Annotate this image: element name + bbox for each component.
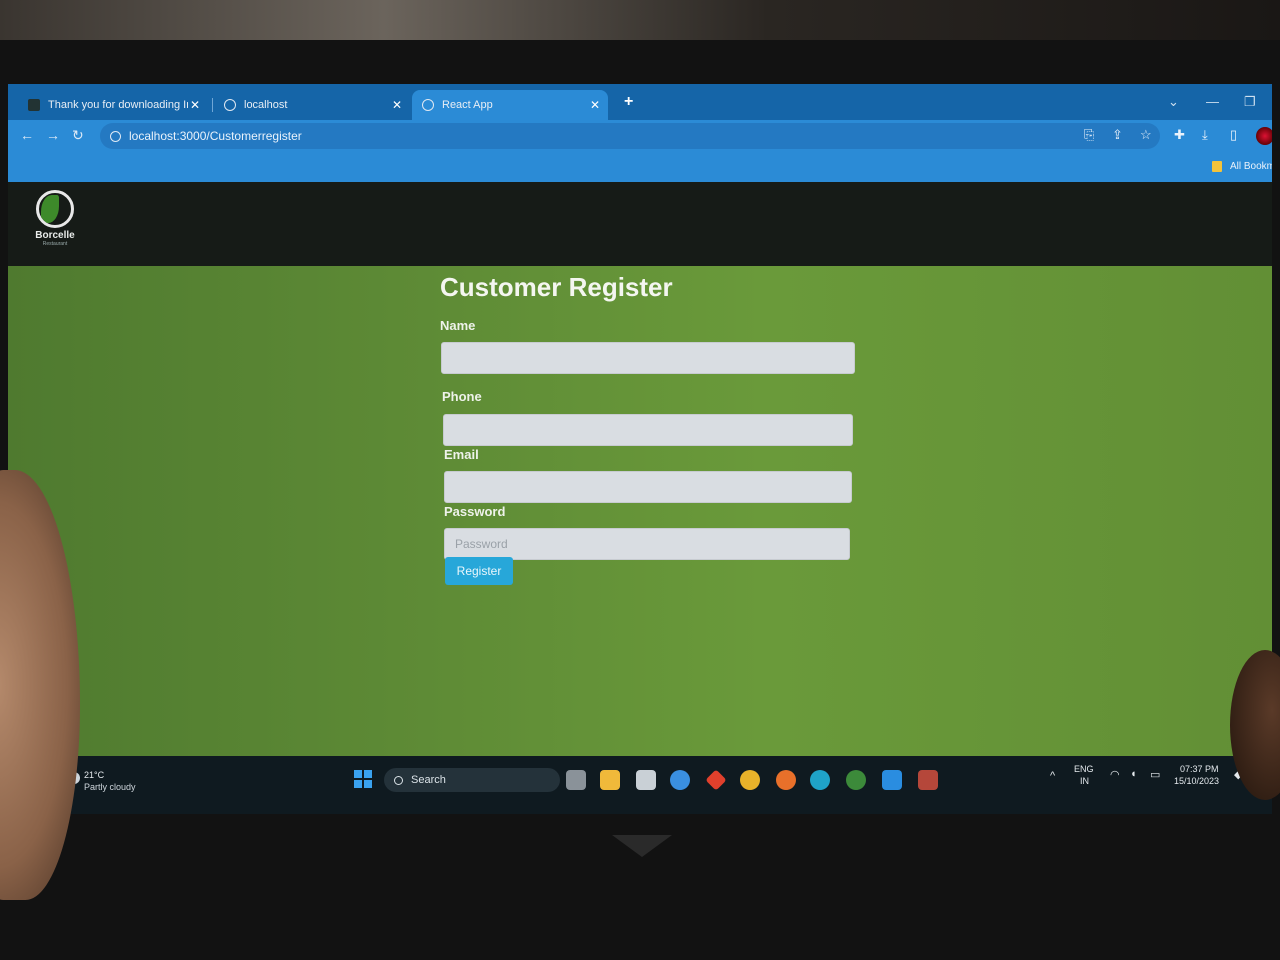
search-icon bbox=[394, 775, 403, 785]
monitor-logo bbox=[612, 835, 672, 857]
extensions-icon[interactable]: ✚ bbox=[1174, 127, 1185, 143]
site-info-icon[interactable] bbox=[110, 130, 121, 142]
page-body: Customer Register Name Phone Email Passw… bbox=[8, 266, 1272, 756]
firefox-icon[interactable] bbox=[776, 770, 796, 790]
vscode-icon[interactable] bbox=[882, 770, 902, 790]
download-icon[interactable]: ⤓ bbox=[1202, 127, 1208, 143]
brand-logo[interactable]: Borcelle Restaurant bbox=[30, 190, 80, 247]
clock-time[interactable]: 07:37 PM bbox=[1180, 764, 1219, 774]
tab-download[interactable]: Thank you for downloading Inte ✕ bbox=[18, 90, 208, 120]
register-form: Customer Register Name Phone Email Passw… bbox=[440, 272, 860, 585]
name-label: Name bbox=[440, 318, 476, 333]
brand-name: Borcelle bbox=[35, 230, 75, 241]
language-bottom[interactable]: IN bbox=[1080, 776, 1089, 786]
chrome-active-icon[interactable] bbox=[846, 770, 866, 790]
app-header: Borcelle Restaurant bbox=[8, 182, 1272, 266]
close-icon[interactable]: ✕ bbox=[590, 98, 600, 112]
translate-icon[interactable]: ⎘ bbox=[1084, 127, 1094, 143]
side-panel-icon[interactable]: ▯ bbox=[1230, 127, 1237, 143]
email-label: Email bbox=[444, 447, 479, 462]
weather-condition: Partly cloudy bbox=[84, 782, 136, 792]
restore-icon[interactable]: ❐ bbox=[1244, 94, 1256, 110]
tab-title: React App bbox=[442, 99, 493, 111]
phone-label: Phone bbox=[442, 389, 482, 404]
all-bookmarks-link[interactable]: All Bookma bbox=[1230, 161, 1272, 172]
brand-subtitle: Restaurant bbox=[42, 241, 68, 247]
profile-avatar[interactable] bbox=[1256, 127, 1272, 145]
tab-separator bbox=[212, 98, 213, 112]
volume-icon[interactable]: ◖ bbox=[1130, 768, 1137, 780]
new-tab-button[interactable]: + bbox=[624, 93, 633, 111]
close-icon[interactable]: ✕ bbox=[392, 98, 402, 112]
password-field[interactable]: Password bbox=[444, 528, 850, 560]
minimize-icon[interactable]: — bbox=[1206, 94, 1219, 109]
url-text: localhost:3000/Customerregister bbox=[129, 129, 302, 143]
chrome-icon[interactable] bbox=[740, 770, 760, 790]
phone-field[interactable] bbox=[443, 414, 853, 446]
taskbar-search[interactable]: Search bbox=[384, 768, 560, 792]
edge-icon[interactable] bbox=[810, 770, 830, 790]
screen: Thank you for downloading Inte ✕ localho… bbox=[8, 84, 1272, 814]
tab-title: localhost bbox=[244, 99, 288, 111]
globe-icon bbox=[422, 99, 434, 111]
address-bar[interactable]: localhost:3000/Customerregister bbox=[100, 123, 1160, 149]
password-label: Password bbox=[444, 504, 506, 519]
app-favicon-icon bbox=[28, 99, 40, 111]
browser-toolbar: ← → ↻ localhost:3000/Customerregister ⎘ … bbox=[8, 120, 1272, 152]
tab-localhost[interactable]: localhost ✕ bbox=[214, 90, 410, 120]
winrar-icon[interactable] bbox=[918, 770, 938, 790]
windows-start-icon[interactable] bbox=[354, 770, 372, 788]
tab-search-icon[interactable]: ⌄ bbox=[1168, 94, 1179, 110]
language-top[interactable]: ENG bbox=[1074, 764, 1094, 774]
file-explorer-icon[interactable] bbox=[600, 770, 620, 790]
back-icon[interactable]: ← bbox=[20, 127, 34, 143]
task-view-icon[interactable] bbox=[566, 770, 586, 790]
share-icon[interactable]: ⇪ bbox=[1112, 127, 1123, 143]
tab-title: Thank you for downloading Inte bbox=[48, 99, 188, 111]
reload-icon[interactable]: ↻ bbox=[72, 127, 84, 144]
folder-icon bbox=[1212, 161, 1222, 172]
close-icon[interactable]: ✕ bbox=[190, 98, 200, 112]
leaf-fork-icon bbox=[36, 190, 74, 228]
globe-icon bbox=[224, 99, 236, 111]
email-field[interactable] bbox=[444, 471, 852, 503]
register-button[interactable]: Register bbox=[445, 557, 513, 585]
star-icon[interactable]: ☆ bbox=[1140, 127, 1152, 143]
chevron-up-icon[interactable]: ^ bbox=[1050, 770, 1055, 782]
tab-react-app[interactable]: React App ✕ bbox=[412, 90, 608, 120]
tab-bar: Thank you for downloading Inte ✕ localho… bbox=[8, 84, 1272, 120]
page-title: Customer Register bbox=[440, 272, 673, 302]
app-icon[interactable] bbox=[670, 770, 690, 790]
store-icon[interactable] bbox=[636, 770, 656, 790]
clock-date[interactable]: 15/10/2023 bbox=[1174, 776, 1219, 786]
name-field[interactable] bbox=[441, 342, 855, 374]
wifi-icon[interactable]: ◠ bbox=[1110, 768, 1120, 781]
forward-icon[interactable]: → bbox=[46, 127, 60, 143]
weather-temperature: 21°C bbox=[84, 770, 105, 780]
bookmarks-bar: All Bookma bbox=[8, 152, 1272, 182]
battery-icon[interactable]: ▭ bbox=[1150, 768, 1160, 781]
git-icon[interactable] bbox=[705, 769, 727, 791]
search-label: Search bbox=[411, 774, 446, 786]
taskbar: 21°C Partly cloudy Search ^ ENG IN ◠ ◖ ▭… bbox=[8, 756, 1272, 814]
